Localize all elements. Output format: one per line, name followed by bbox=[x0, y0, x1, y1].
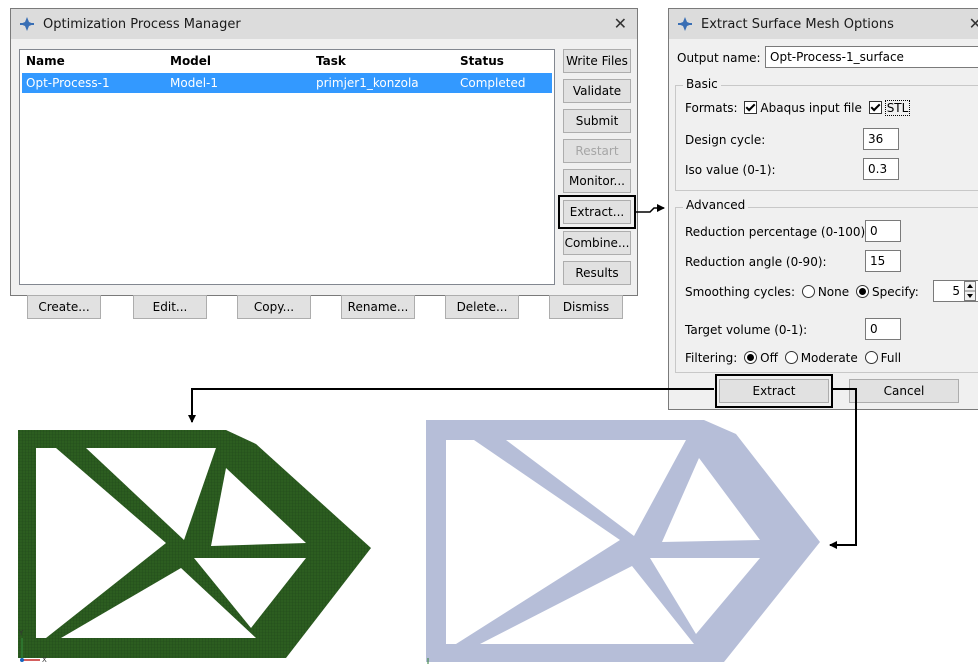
axis-x-label: X bbox=[42, 656, 47, 664]
arrow-extract-to-options bbox=[635, 204, 665, 213]
axis-y-label: Y bbox=[18, 629, 24, 637]
extracted-surface-result-image bbox=[426, 420, 820, 664]
topology-mesh-result-image: Y X bbox=[18, 430, 371, 664]
arrow-extract-to-surface bbox=[829, 388, 857, 549]
